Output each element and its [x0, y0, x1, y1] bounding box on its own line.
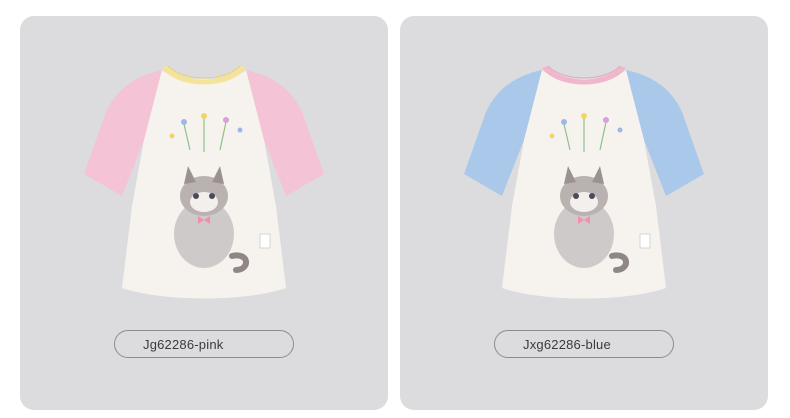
tshirt-image-blue	[464, 65, 704, 299]
product-card-blue[interactable]: Jxg62286-blue	[400, 16, 768, 410]
product-label-pink[interactable]: Jg62286-pink	[114, 330, 294, 358]
tshirt-image-pink	[84, 65, 324, 299]
product-card-pink[interactable]: Jg62286-pink	[20, 16, 388, 410]
product-label-blue[interactable]: Jxg62286-blue	[494, 330, 674, 358]
